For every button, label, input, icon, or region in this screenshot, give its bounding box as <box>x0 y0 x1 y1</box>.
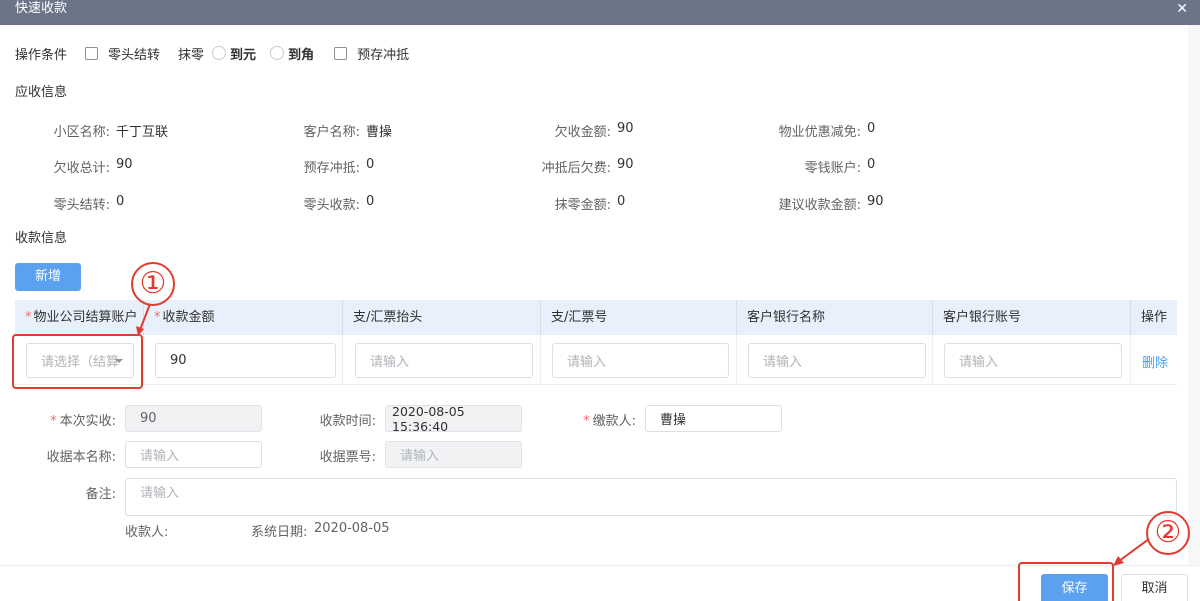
operation-conditions: 操作条件 零头结转 抹零 到元 到角 预存冲抵 <box>15 43 415 63</box>
zero-settle-checkbox[interactable] <box>85 46 99 60</box>
info-value: 0 <box>867 121 876 136</box>
prepay-offset-checkbox[interactable] <box>334 46 348 60</box>
info-value: 0 <box>617 194 626 209</box>
info-label: 冲抵后欠费: <box>541 161 611 176</box>
remark-label: 备注: <box>85 487 116 502</box>
receipt-no-input[interactable]: 请输入 <box>385 441 522 468</box>
dialog-titlebar: 快速收款 ✕ <box>0 0 1200 25</box>
round-jiao-label: 到角 <box>288 47 315 63</box>
info-value: 90 <box>617 121 634 136</box>
payment-section-title: 收款信息 <box>15 231 68 246</box>
info-label: 零头收款: <box>303 198 360 213</box>
column-header-account: * 物业公司结算账户 <box>15 300 144 335</box>
info-label: 欠收金额: <box>554 125 611 140</box>
column-header-draft-title: 支/汇票抬头 <box>343 300 541 335</box>
round-jiao-radio[interactable] <box>270 46 285 60</box>
receipt-book-label: 收据本名称: <box>46 450 116 465</box>
amount-input[interactable]: 90 <box>155 343 336 378</box>
add-payment-button[interactable]: 新增 <box>15 263 81 291</box>
receipt-no-label: 收据票号: <box>319 450 376 465</box>
zero-settle-label: 零头结转 <box>108 47 161 63</box>
info-value: 90 <box>867 194 884 209</box>
receipt-book-input[interactable]: 请输入 <box>125 441 262 468</box>
info-label: 欠收总计: <box>53 161 110 176</box>
draft-title-input[interactable]: 请输入 <box>355 343 533 378</box>
conditions-label: 操作条件 <box>15 47 68 63</box>
draft-no-input[interactable]: 请输入 <box>552 343 729 378</box>
info-label: 零头结转: <box>53 198 110 213</box>
info-value: 千丁互联 <box>116 125 169 140</box>
info-label: 零钱账户: <box>804 161 861 176</box>
annotation-arrow-1 <box>136 303 151 336</box>
column-header-draft-no: 支/汇票号 <box>541 300 737 335</box>
remark-textarea[interactable]: 请输入 <box>125 478 1177 516</box>
payer-label: * 缴款人: <box>583 414 636 429</box>
prepay-offset-label: 预存冲抵 <box>357 47 410 63</box>
info-label: 物业优惠减免: <box>778 125 861 140</box>
column-header-bank-name: 客户银行名称 <box>737 300 933 335</box>
label-text: 缴款人: <box>592 414 636 429</box>
receivable-section-title: 应收信息 <box>15 85 68 100</box>
dialog-title: 快速收款 <box>15 1 68 16</box>
bank-name-input[interactable]: 请输入 <box>748 343 926 378</box>
collect-time-input[interactable]: 2020-08-05 15:36:40 <box>385 404 522 434</box>
column-header-amount: * 收款金额 <box>144 300 343 335</box>
annotation-box-2 <box>1018 562 1114 601</box>
system-date-label: 系统日期: <box>251 525 308 540</box>
info-value: 曹操 <box>366 125 393 140</box>
scrollbar[interactable] <box>1188 25 1200 565</box>
collector-label: 收款人: <box>125 525 169 540</box>
annotation-box-1 <box>12 334 143 389</box>
info-value: 90 <box>617 157 634 172</box>
info-value: 0 <box>116 194 125 209</box>
payer-input[interactable]: 曹操 <box>645 405 782 432</box>
info-value: 90 <box>116 157 133 172</box>
system-date-value: 2020-08-05 <box>314 521 390 536</box>
close-icon[interactable]: ✕ <box>1176 0 1188 18</box>
delete-row-link[interactable]: 删除 <box>1142 352 1168 371</box>
cancel-button[interactable]: 取消 <box>1121 574 1188 601</box>
info-label: 抹零金额: <box>554 198 611 213</box>
actual-received-label: * 本次实收: <box>50 414 116 429</box>
collect-time-label: 收款时间: <box>319 414 376 429</box>
info-value: 0 <box>867 157 876 172</box>
info-label: 预存冲抵: <box>303 161 360 176</box>
column-header-label: 收款金额 <box>162 310 215 325</box>
label-text: 本次实收: <box>59 414 116 429</box>
info-label: 小区名称: <box>53 125 110 140</box>
info-value: 0 <box>366 157 375 172</box>
round-yuan-radio[interactable] <box>212 46 227 60</box>
info-label: 客户名称: <box>303 125 360 140</box>
annotation-arrow-2 <box>1113 538 1150 566</box>
info-label: 建议收款金额: <box>778 198 861 213</box>
column-header-label: 物业公司结算账户 <box>33 310 138 325</box>
round-yuan-label: 到元 <box>230 47 257 63</box>
bank-account-input[interactable]: 请输入 <box>944 343 1122 378</box>
actual-received-input[interactable]: 90 <box>125 405 262 432</box>
column-header-actions: 操作 <box>1141 310 1168 325</box>
info-value: 0 <box>366 194 375 209</box>
round-label: 抹零 <box>178 47 205 63</box>
column-header-bank-account: 客户银行账号 <box>933 300 1131 335</box>
